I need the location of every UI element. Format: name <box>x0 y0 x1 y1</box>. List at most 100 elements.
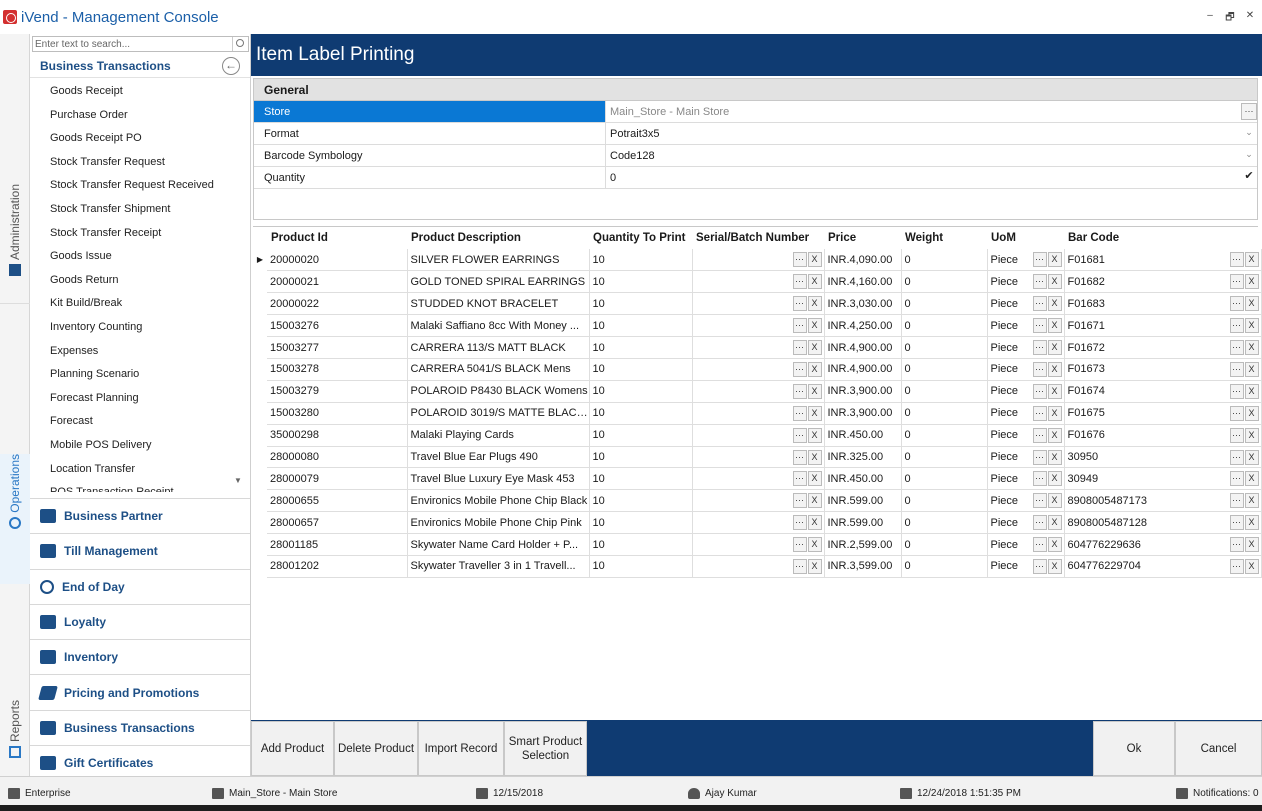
uom-cell[interactable]: Piece ··· X <box>987 467 1065 491</box>
column-header[interactable]: Weight <box>901 227 987 249</box>
serial-browse-button[interactable]: ··· <box>792 558 807 574</box>
weight-cell[interactable]: 0 <box>901 555 988 578</box>
barcode-clear-button[interactable]: X <box>1244 383 1259 399</box>
uom-clear-button[interactable]: X <box>1047 558 1062 574</box>
uom-cell[interactable]: Piece ··· X <box>987 336 1065 359</box>
nav-group-business-partner[interactable]: Business Partner <box>30 498 250 533</box>
barcode-cell[interactable]: F01672 ··· X <box>1064 336 1262 359</box>
serial-batch-cell[interactable]: ··· X <box>692 402 825 425</box>
quantity-to-print-cell[interactable]: 10 <box>589 292 693 316</box>
checkmark-icon[interactable]: ✔ <box>1241 169 1257 186</box>
delete-product-button[interactable]: Delete Product <box>334 721 418 776</box>
table-row[interactable]: 20000022 STUDDED KNOT BRACELET 10 ··· X INR.3… <box>253 292 1262 316</box>
product-description-cell[interactable]: POLAROID 3019/S MATTE BLACK... <box>407 402 590 425</box>
nav-group-business-transactions[interactable]: Business Transactions <box>30 709 250 745</box>
uom-browse-button[interactable]: ··· <box>1032 493 1047 509</box>
column-header[interactable]: Serial/Batch Number <box>692 227 824 249</box>
barcode-cell[interactable]: 604776229704 ··· X <box>1064 555 1262 578</box>
uom-clear-button[interactable]: X <box>1047 427 1062 443</box>
uom-cell[interactable]: Piece ··· X <box>987 292 1065 316</box>
product-id-cell[interactable]: 15003280 <box>267 402 408 425</box>
table-row[interactable]: 28000657 Environics Mobile Phone Chip Pin… <box>253 511 1262 535</box>
barcode-cell[interactable]: 8908005487173 ··· X <box>1064 489 1262 513</box>
uom-clear-button[interactable]: X <box>1047 515 1062 531</box>
barcode-browse-button[interactable]: ··· <box>1229 471 1244 487</box>
barcode-browse-button[interactable]: ··· <box>1229 296 1244 312</box>
price-cell[interactable]: INR.3,599.00 <box>824 555 902 578</box>
barcode-browse-button[interactable]: ··· <box>1229 427 1244 443</box>
barcode-clear-button[interactable]: X <box>1244 515 1259 531</box>
barcode-clear-button[interactable]: X <box>1244 558 1259 574</box>
barcode-clear-button[interactable]: X <box>1244 493 1259 509</box>
product-description-cell[interactable]: Malaki Saffiano 8cc With Money ... <box>407 314 590 338</box>
barcode-cell[interactable]: F01673 ··· X <box>1064 358 1262 381</box>
serial-browse-button[interactable]: ··· <box>792 340 807 356</box>
barcode-cell[interactable]: 604776229636 ··· X <box>1064 533 1262 556</box>
uom-cell[interactable]: Piece ··· X <box>987 446 1065 469</box>
uom-clear-button[interactable]: X <box>1047 383 1062 399</box>
nav-item[interactable]: Forecast Planning <box>30 387 250 411</box>
serial-clear-button[interactable]: X <box>807 318 822 334</box>
uom-clear-button[interactable]: X <box>1047 318 1062 334</box>
status-notifications[interactable]: Notifications: 0 <box>1176 788 1259 799</box>
nav-item[interactable]: Inventory Counting <box>30 316 250 340</box>
serial-browse-button[interactable]: ··· <box>792 274 807 290</box>
nav-group-pricing-promotions[interactable]: Pricing and Promotions <box>30 674 250 709</box>
column-header[interactable]: Product Id <box>267 227 407 249</box>
search-icon[interactable] <box>232 37 248 51</box>
nav-item[interactable]: Stock Transfer Receipt <box>30 222 250 246</box>
product-description-cell[interactable]: STUDDED KNOT BRACELET <box>407 292 590 316</box>
barcode-cell[interactable]: F01675 ··· X <box>1064 402 1262 425</box>
uom-cell[interactable]: Piece ··· X <box>987 270 1065 294</box>
uom-browse-button[interactable]: ··· <box>1032 340 1047 356</box>
table-row[interactable]: 15003277 CARRERA 113/S MATT BLACK 10 ··· X IN… <box>253 336 1262 359</box>
nav-group-till-management[interactable]: Till Management <box>30 533 250 568</box>
product-id-cell[interactable]: 20000020 <box>267 249 408 272</box>
scroll-down-icon[interactable]: ▼ <box>234 476 242 485</box>
format-row[interactable]: Format Potrait3x5 ⌄ <box>254 123 1257 145</box>
table-row[interactable]: 28000080 Travel Blue Ear Plugs 490 10 ··· X I… <box>253 446 1262 469</box>
uom-clear-button[interactable]: X <box>1047 296 1062 312</box>
store-row[interactable]: Store Main_Store - Main Store ··· <box>254 101 1257 123</box>
uom-browse-button[interactable]: ··· <box>1032 252 1047 267</box>
barcode-clear-button[interactable]: X <box>1244 274 1259 290</box>
serial-browse-button[interactable]: ··· <box>792 537 807 553</box>
barcode-browse-button[interactable]: ··· <box>1229 252 1244 267</box>
table-row[interactable]: 28000655 Environics Mobile Phone Chip Bla… <box>253 489 1262 513</box>
barcode-browse-button[interactable]: ··· <box>1229 515 1244 531</box>
serial-clear-button[interactable]: X <box>807 361 822 377</box>
barcode-browse-button[interactable]: ··· <box>1229 274 1244 290</box>
product-id-cell[interactable]: 20000022 <box>267 292 408 316</box>
uom-browse-button[interactable]: ··· <box>1032 449 1047 465</box>
weight-cell[interactable]: 0 <box>901 402 988 425</box>
nav-item[interactable]: Goods Receipt <box>30 80 250 104</box>
serial-clear-button[interactable]: X <box>807 471 822 487</box>
nav-item[interactable]: Kit Build/Break <box>30 292 250 316</box>
weight-cell[interactable]: 0 <box>901 292 988 316</box>
quantity-to-print-cell[interactable]: 10 <box>589 358 693 381</box>
product-id-cell[interactable]: 20000021 <box>267 270 408 294</box>
uom-browse-button[interactable]: ··· <box>1032 427 1047 443</box>
price-cell[interactable]: INR.4,090.00 <box>824 249 902 272</box>
serial-batch-cell[interactable]: ··· X <box>692 314 825 338</box>
uom-browse-button[interactable]: ··· <box>1032 296 1047 312</box>
import-record-button[interactable]: Import Record <box>418 721 504 776</box>
uom-browse-button[interactable]: ··· <box>1032 558 1047 574</box>
product-id-cell[interactable]: 28001185 <box>267 533 408 556</box>
product-id-cell[interactable]: 28000657 <box>267 511 408 535</box>
uom-cell[interactable]: Piece ··· X <box>987 511 1065 535</box>
product-description-cell[interactable]: CARRERA 5041/S BLACK Mens <box>407 358 590 381</box>
serial-batch-cell[interactable]: ··· X <box>692 555 825 578</box>
quantity-to-print-cell[interactable]: 10 <box>589 336 693 359</box>
serial-batch-cell[interactable]: ··· X <box>692 511 825 535</box>
quantity-to-print-cell[interactable]: 10 <box>589 446 693 469</box>
barcode-clear-button[interactable]: X <box>1244 537 1259 553</box>
price-cell[interactable]: INR.3,900.00 <box>824 380 902 403</box>
price-cell[interactable]: INR.3,900.00 <box>824 402 902 425</box>
table-row[interactable]: 15003279 POLAROID P8430 BLACK Womens 10 ···… <box>253 380 1262 403</box>
chevron-down-icon[interactable]: ⌄ <box>1241 125 1257 142</box>
product-id-cell[interactable]: 28001202 <box>267 555 408 578</box>
product-id-cell[interactable]: 35000298 <box>267 424 408 447</box>
serial-browse-button[interactable]: ··· <box>792 449 807 465</box>
store-field[interactable]: Main_Store - Main Store ··· <box>606 101 1257 122</box>
